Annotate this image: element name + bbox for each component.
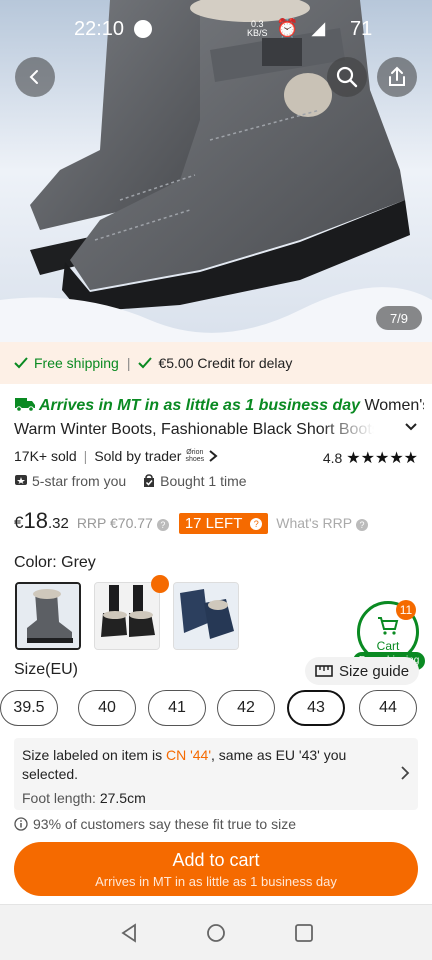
trader-logo-bottom: shoes <box>185 456 205 463</box>
check-icon <box>138 357 153 369</box>
sold-count: 17K+ sold <box>14 448 77 464</box>
divider: | <box>126 355 131 371</box>
system-nav-bar <box>0 904 432 960</box>
back-triangle-icon[interactable] <box>119 923 139 943</box>
grey-boot-thumbnail <box>17 584 79 648</box>
chevron-right-icon <box>401 766 410 780</box>
credit-label: €5.00 Credit for delay <box>158 355 293 371</box>
image-counter: 7/9 <box>376 306 422 330</box>
recents-square-icon[interactable] <box>294 923 314 943</box>
boot-photo <box>0 0 432 342</box>
product-image[interactable]: 22:10 0.3 KB/S ⏰ ◢ 71 7/9 <box>0 0 432 342</box>
user-badges: 5-star from you Bought 1 time <box>14 473 247 489</box>
hot-icon <box>151 575 169 593</box>
size-guide-label: Size guide <box>339 662 410 680</box>
bought-badge-text: Bought 1 time <box>160 473 247 489</box>
status-icons: ⏰ ◢ <box>276 18 330 38</box>
price-currency: € <box>14 513 24 532</box>
foot-length-value: 27.5cm <box>99 790 146 806</box>
fit-info: 93% of customers say these fit true to s… <box>14 816 296 832</box>
size-guide-button[interactable]: Size guide <box>305 657 420 685</box>
info-icon <box>14 817 28 831</box>
help-icon[interactable]: ? <box>156 519 169 531</box>
add-to-cart-subtext: Arrives in MT in as little as 1 business… <box>95 874 337 889</box>
network-speed: 0.3 KB/S <box>247 20 268 38</box>
status-time: 22:10 <box>74 18 125 40</box>
battery-level: 71 <box>350 18 373 40</box>
bag-check-icon <box>144 474 155 487</box>
add-to-cart-button[interactable]: Add to cart Arrives in MT in as little a… <box>14 842 418 896</box>
color-swatch-black[interactable] <box>94 582 160 650</box>
rating[interactable]: 4.8 ★★★★★ <box>323 448 418 468</box>
ruler-icon <box>315 665 333 677</box>
review-badge: 5-star from you <box>14 473 126 489</box>
whats-rrp-link[interactable]: What's RRP <box>276 515 352 531</box>
size-option[interactable]: 40 <box>78 690 136 726</box>
check-icon <box>14 357 28 369</box>
search-button[interactable] <box>327 57 367 97</box>
star-rating-icon: ★★★★★ <box>346 450 418 467</box>
foot-length-label: Foot length: <box>22 790 96 806</box>
size-option[interactable]: 44 <box>359 690 417 726</box>
foot-length: Foot length: 27.5cm <box>22 789 380 808</box>
back-button[interactable] <box>15 57 55 97</box>
review-badge-text: 5-star from you <box>32 473 127 489</box>
price-row: € 18 .32 RRP €70.77 ? 17 LEFT ? What's R… <box>14 508 369 534</box>
cart-count-badge: 11 <box>396 600 416 620</box>
color-label: Color: Grey <box>14 554 96 571</box>
seller-row: 17K+ sold | Sold by trader Ørion shoes 4… <box>14 448 418 467</box>
fit-text: 93% of customers say these fit true to s… <box>33 816 297 832</box>
trader-logo[interactable]: Ørion shoes <box>185 449 204 463</box>
shipping-strip[interactable]: Free shipping | €5.00 Credit for delay <box>0 342 432 384</box>
cart-icon <box>378 617 399 635</box>
chevron-left-icon <box>29 70 38 84</box>
chevron-right-icon[interactable] <box>208 450 218 462</box>
arrives-label: Arrives in MT in as little as 1 business… <box>39 397 361 414</box>
stock-left-text: 17 LEFT <box>184 515 243 532</box>
cart-label: Cart <box>376 639 400 653</box>
rrp-price: RRP €70.77 <box>76 515 153 531</box>
navy-boot-thumbnail <box>174 583 238 649</box>
truck-icon <box>15 398 35 412</box>
size-label: Size(EU) <box>14 661 79 678</box>
network-speed-unit: KB/S <box>247 28 268 38</box>
size-option[interactable]: 42 <box>217 690 275 726</box>
trader-logo-top: Ørion <box>186 449 204 456</box>
help-icon[interactable]: ? <box>356 519 369 531</box>
free-shipping-label: Free shipping <box>34 355 119 371</box>
bought-badge: Bought 1 time <box>142 473 247 489</box>
rating-value: 4.8 <box>322 450 343 466</box>
add-to-cart-label: Add to cart <box>172 850 260 870</box>
price-decimal: .32 <box>47 515 69 532</box>
color-swatch-navy[interactable] <box>173 582 239 650</box>
size-option[interactable]: 41 <box>148 690 206 726</box>
sold-by[interactable]: Sold by trader <box>94 448 181 464</box>
size-conversion-text: Size labeled on item is CN '44', same as… <box>22 746 380 784</box>
stock-left-badge[interactable]: 17 LEFT ? <box>178 513 269 534</box>
search-icon <box>336 66 358 88</box>
chevron-down-icon[interactable] <box>404 422 418 432</box>
home-circle-icon[interactable] <box>206 923 226 943</box>
price-integer: 18 <box>23 508 48 533</box>
review-star-icon <box>15 475 27 485</box>
color-swatch-grey[interactable] <box>15 582 81 650</box>
title-text-rest: Warm Winter Boots, Fashionable Black Sho… <box>14 421 374 438</box>
black-boot-thumbnail <box>95 583 159 649</box>
title-text-start: Women's <box>364 397 424 414</box>
share-icon <box>389 66 405 86</box>
size-info-panel[interactable]: Size labeled on item is CN '44', same as… <box>14 738 418 810</box>
size-option[interactable]: 39.5 <box>0 690 58 726</box>
divider: | <box>83 448 88 464</box>
size-info-prefix: Size labeled on item is <box>22 747 166 763</box>
product-title[interactable]: Arrives in MT in as little as 1 business… <box>14 394 424 442</box>
status-bar: 22:10 0.3 KB/S ⏰ ◢ 71 <box>0 12 432 46</box>
help-icon: ? <box>250 518 263 530</box>
share-button[interactable] <box>377 57 417 97</box>
size-option-selected[interactable]: 43 <box>287 690 345 726</box>
size-info-cn: CN '44' <box>165 747 211 763</box>
messenger-icon <box>134 20 152 38</box>
